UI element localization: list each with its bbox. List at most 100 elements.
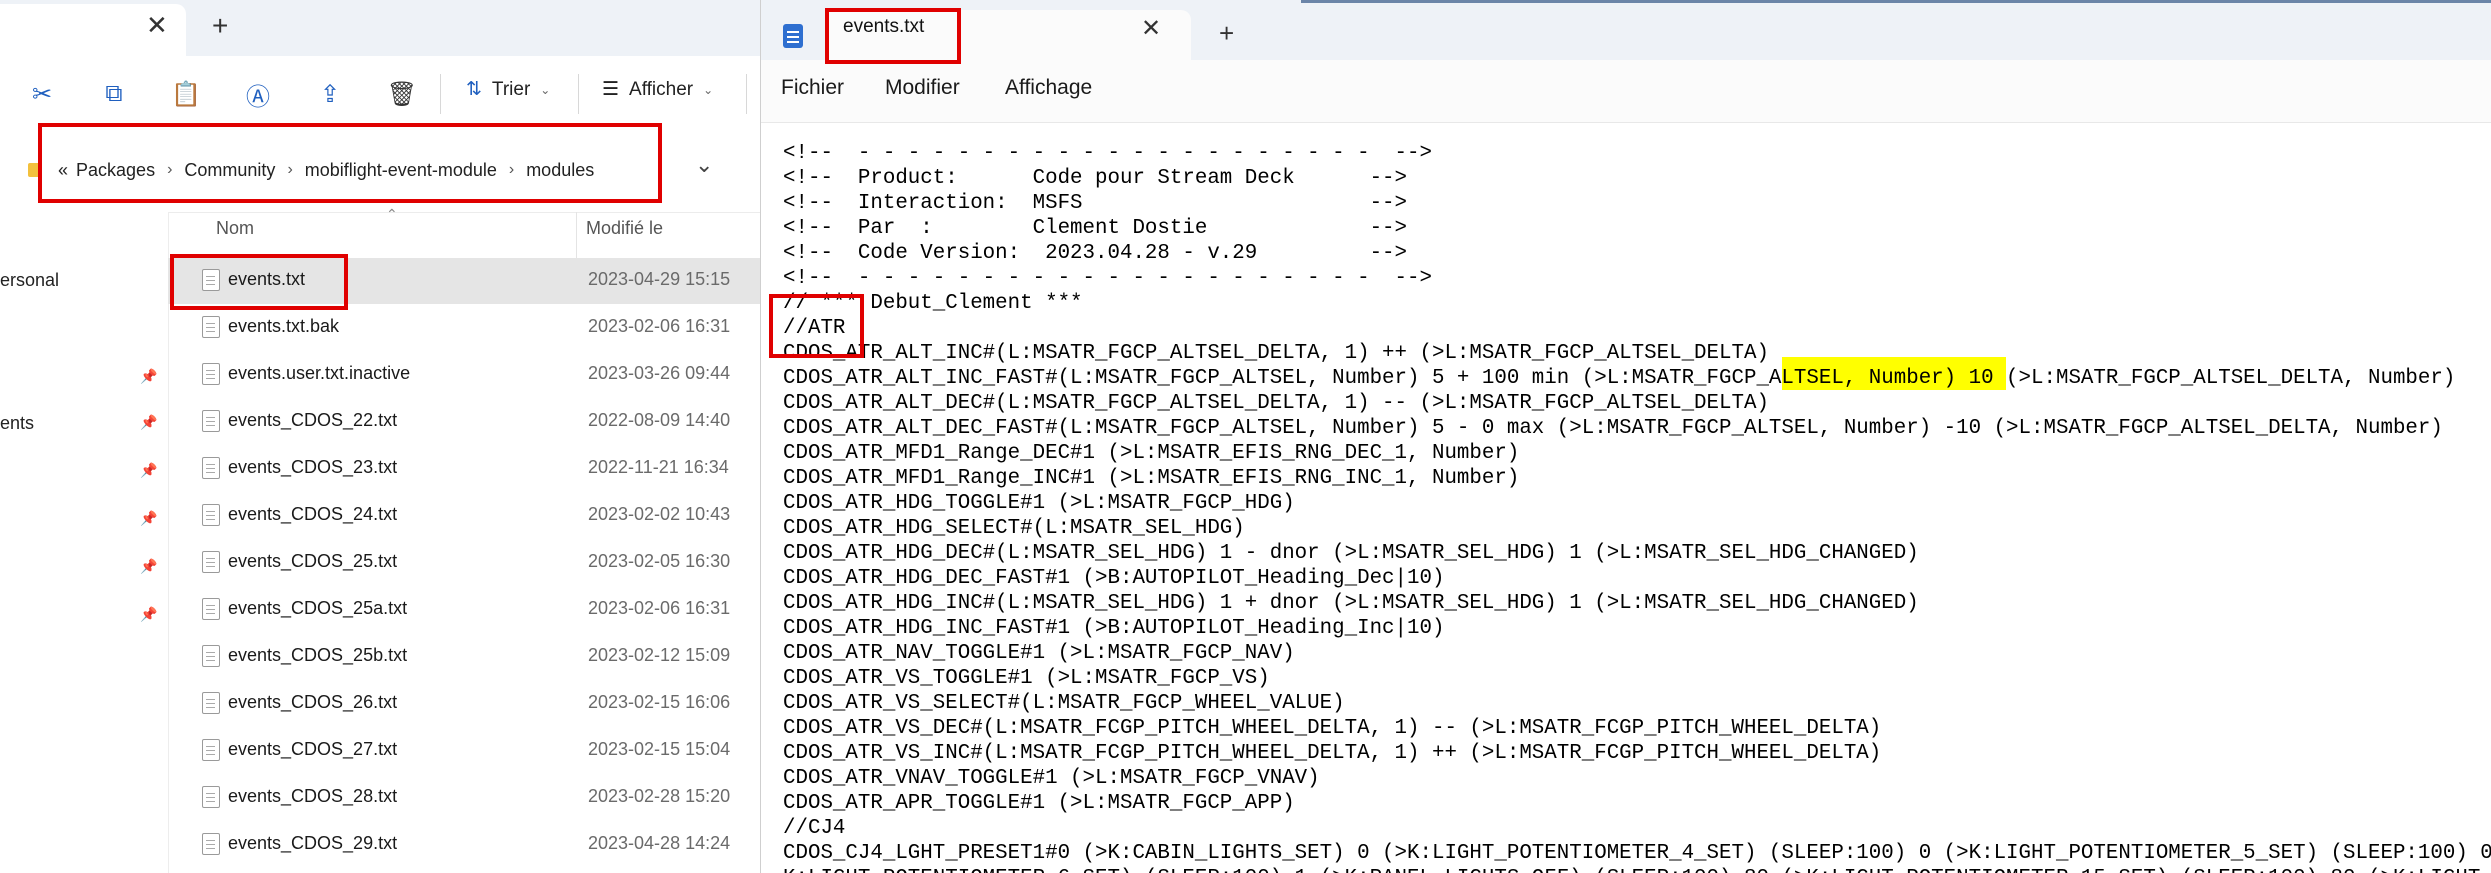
file-date: 2023-02-02 10:43 bbox=[588, 504, 731, 524]
sort-button[interactable]: ⇅ Trier ⌄ bbox=[466, 78, 550, 101]
view-icon: ☰ bbox=[602, 79, 620, 100]
pin-icon: 📌 bbox=[140, 510, 158, 526]
menu-edit[interactable]: Modifier bbox=[885, 76, 960, 100]
file-name: events_CDOS_25a.txt bbox=[228, 598, 408, 618]
file-date: 2023-02-05 16:30 bbox=[588, 551, 731, 571]
file-row[interactable]: events_CDOS_25b.txt 2023-02-12 15:09 bbox=[168, 634, 760, 680]
rename-icon[interactable]: Ⓐ bbox=[240, 76, 276, 112]
file-date: 2022-08-09 14:40 bbox=[588, 410, 731, 430]
text-file-icon bbox=[202, 739, 220, 761]
file-row[interactable]: events_CDOS_28.txt 2023-02-28 15:20 bbox=[168, 775, 760, 821]
toolbar-divider bbox=[578, 74, 579, 114]
sort-icon: ⇅ bbox=[466, 79, 482, 100]
file-date: 2023-02-06 16:31 bbox=[588, 598, 731, 618]
copy-icon[interactable]: ⧉ bbox=[96, 76, 132, 112]
explorer-toolbar: ✂ ⧉ 📋 Ⓐ ⇪ 🗑 ⇅ Trier ⌄ ☰ Afficher ⌄ bbox=[0, 56, 760, 129]
new-tab-icon[interactable]: + bbox=[212, 10, 228, 42]
menu-view[interactable]: Affichage bbox=[1005, 76, 1092, 100]
file-name: events_CDOS_23.txt bbox=[228, 457, 398, 477]
paste-icon[interactable]: 📋 bbox=[168, 76, 204, 112]
chevron-right-icon: › bbox=[167, 161, 173, 178]
address-bar: « Packages › Community › mobiflight-even… bbox=[0, 128, 760, 213]
text-file-icon bbox=[202, 692, 220, 714]
chevron-right-icon: › bbox=[287, 161, 293, 178]
file-name: events.txt bbox=[228, 269, 306, 289]
text-file-icon bbox=[202, 551, 220, 573]
file-row[interactable]: events.txt.bak 2023-02-06 16:31 bbox=[168, 305, 760, 351]
chevron-down-icon[interactable]: ⌄ bbox=[695, 152, 713, 178]
file-row[interactable]: events_CDOS_24.txt 2023-02-02 10:43 bbox=[168, 493, 760, 539]
desktop-strip bbox=[1301, 0, 2491, 3]
column-divider[interactable] bbox=[576, 212, 577, 258]
file-row[interactable]: events_CDOS_23.txt 2022-11-21 16:34 bbox=[168, 446, 760, 492]
text-file-icon bbox=[202, 504, 220, 526]
notepad-window: events.txt ✕ + Fichier Modifier Affichag… bbox=[760, 0, 2491, 873]
file-name: events_CDOS_22.txt bbox=[228, 410, 398, 430]
file-name: events_CDOS_25b.txt bbox=[228, 645, 408, 665]
notepad-title-bar: events.txt ✕ + bbox=[761, 0, 2491, 60]
close-icon[interactable]: ✕ bbox=[146, 10, 168, 41]
text-file-icon bbox=[202, 645, 220, 667]
nav-item[interactable]: ersonal bbox=[0, 270, 59, 291]
column-header-name[interactable]: Nom bbox=[216, 218, 254, 239]
delete-icon[interactable]: 🗑 bbox=[384, 76, 420, 112]
new-tab-icon[interactable]: + bbox=[1219, 18, 1234, 49]
file-name: events.user.txt.inactive bbox=[228, 363, 411, 383]
file-name: events.txt.bak bbox=[228, 316, 340, 336]
column-header-modified[interactable]: Modifié le bbox=[586, 218, 663, 239]
pin-icon: 📌 bbox=[140, 368, 158, 384]
toolbar-divider bbox=[440, 74, 441, 114]
pin-icon: 📌 bbox=[140, 558, 158, 574]
file-row[interactable]: events.user.txt.inactive 2023-03-26 09:4… bbox=[168, 352, 760, 398]
view-button[interactable]: ☰ Afficher ⌄ bbox=[602, 78, 713, 101]
breadcrumb-item[interactable]: Community bbox=[184, 160, 275, 181]
notepad-tab-title[interactable]: events.txt bbox=[843, 16, 924, 38]
text-file-icon bbox=[202, 457, 220, 479]
file-date: 2023-02-28 15:20 bbox=[588, 786, 731, 806]
navigation-pane: ersonal 📌 ents 📌 📌 📌 📌 📌 bbox=[0, 212, 169, 873]
menu-file[interactable]: Fichier bbox=[781, 76, 844, 100]
chevron-down-icon: ⌄ bbox=[703, 82, 714, 97]
file-date: 2023-04-29 15:15 bbox=[588, 269, 731, 289]
file-row[interactable]: events_CDOS_25.txt 2023-02-05 16:30 bbox=[168, 540, 760, 586]
menu-bar: Fichier Modifier Affichage bbox=[761, 60, 2491, 120]
editor-content[interactable]: <!-- - - - - - - - - - - - - - - - - - -… bbox=[783, 141, 2491, 873]
file-row[interactable]: events_CDOS_29.txt 2023-04-28 14:24 bbox=[168, 822, 760, 868]
breadcrumb-item[interactable]: mobiflight-event-module bbox=[305, 160, 497, 181]
breadcrumb-item[interactable]: modules bbox=[526, 160, 594, 181]
cut-icon[interactable]: ✂ bbox=[24, 76, 60, 112]
file-date: 2023-02-12 15:09 bbox=[588, 645, 731, 665]
close-icon[interactable]: ✕ bbox=[1141, 14, 1161, 43]
file-name: events_CDOS_24.txt bbox=[228, 504, 398, 524]
file-date: 2023-04-28 14:24 bbox=[588, 833, 731, 853]
file-name: events_CDOS_26.txt bbox=[228, 692, 398, 712]
file-row[interactable]: events_CDOS_22.txt 2022-08-09 14:40 bbox=[168, 399, 760, 445]
file-row[interactable]: events_CDOS_26.txt 2023-02-15 16:06 bbox=[168, 681, 760, 727]
pin-icon: 📌 bbox=[140, 462, 158, 478]
file-date: 2023-02-15 16:06 bbox=[588, 692, 731, 712]
breadcrumb[interactable]: « Packages › Community › mobiflight-even… bbox=[28, 142, 718, 198]
folder-icon bbox=[28, 163, 42, 177]
file-row[interactable]: events_CDOS_27.txt 2023-02-15 15:04 bbox=[168, 728, 760, 774]
file-name: events_CDOS_29.txt bbox=[228, 833, 398, 853]
share-icon[interactable]: ⇪ bbox=[312, 76, 348, 112]
file-list: ⌃ Nom Modifié le events.txt 2023-04-29 1… bbox=[168, 206, 760, 873]
text-file-icon bbox=[202, 269, 220, 291]
sort-label: Trier bbox=[491, 78, 531, 100]
breadcrumb-overflow[interactable]: « bbox=[58, 160, 68, 181]
file-date: 2022-11-21 16:34 bbox=[588, 457, 729, 477]
text-editor[interactable]: <!-- - - - - - - - - - - - - - - - - - -… bbox=[761, 122, 2491, 873]
file-row[interactable]: events_CDOS_25a.txt 2023-02-06 16:31 bbox=[168, 587, 760, 633]
toolbar-divider bbox=[746, 74, 747, 114]
nav-item[interactable]: ents bbox=[0, 413, 34, 434]
file-date: 2023-03-26 09:44 bbox=[588, 363, 731, 383]
chevron-right-icon: › bbox=[508, 161, 515, 178]
breadcrumb-item[interactable]: Packages bbox=[76, 160, 155, 181]
file-icon bbox=[202, 316, 220, 338]
file-row[interactable]: events.txt 2023-04-29 15:15 bbox=[168, 258, 760, 304]
explorer-tab-bar: ✕ + bbox=[0, 0, 760, 56]
chevron-down-icon: ⌄ bbox=[540, 82, 551, 97]
text-file-icon bbox=[202, 786, 220, 808]
file-explorer-window: ✕ + ✂ ⧉ 📋 Ⓐ ⇪ 🗑 ⇅ Trier ⌄ ☰ Afficher ⌄ «… bbox=[0, 0, 760, 873]
view-label: Afficher bbox=[629, 78, 694, 100]
